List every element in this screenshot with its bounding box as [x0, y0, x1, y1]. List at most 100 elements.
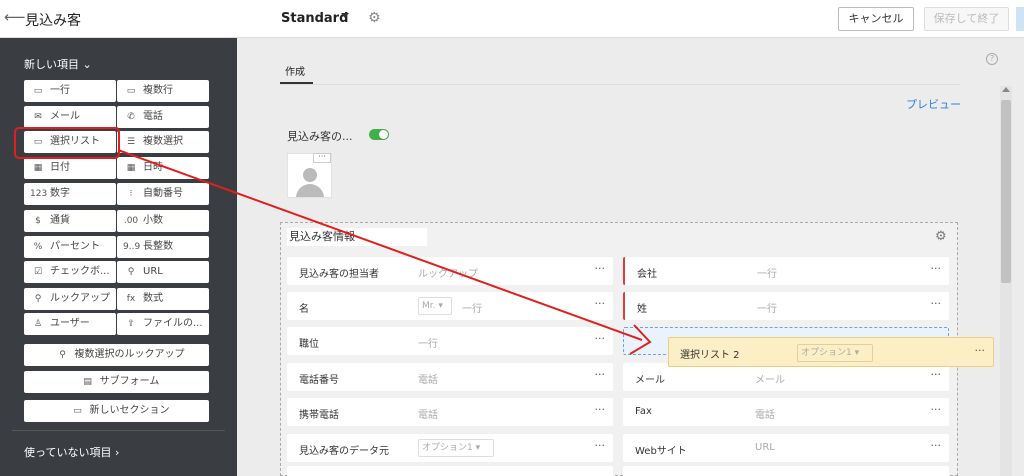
field-type-icon: % — [33, 242, 43, 252]
field-tile-label: 日時 — [143, 162, 163, 173]
photo-toggle[interactable] — [369, 129, 389, 140]
edge-button[interactable] — [1016, 7, 1024, 31]
field-tile-wide[interactable]: ▭ 新しいセクション — [24, 400, 209, 422]
field-more-button[interactable]: ··· — [931, 297, 942, 310]
avatar-head-icon — [303, 168, 317, 182]
field-more-button[interactable]: ··· — [931, 403, 942, 416]
field-tile[interactable]: % パーセント — [24, 236, 116, 258]
scroll-up-arrow-icon[interactable] — [1002, 87, 1010, 92]
dragged-field-more-button[interactable]: ··· — [975, 344, 986, 357]
form-field[interactable]: ··· — [623, 466, 949, 476]
field-type-icon: ✆ — [127, 112, 135, 122]
field-label: 姓 — [637, 304, 647, 315]
field-placeholder: 一行 — [462, 304, 482, 315]
form-field[interactable]: 見込み客のデータ元 オプション1 ▾ ··· — [287, 434, 613, 462]
form-field[interactable]: 見込み客の担当者 ルックアップ ··· — [287, 257, 613, 285]
field-tile[interactable]: ▦ 日付 — [24, 157, 116, 179]
section-gear-icon[interactable]: ⚙ — [935, 229, 947, 244]
preview-link[interactable]: プレビュー — [906, 96, 961, 112]
caret-down-icon[interactable] — [341, 13, 349, 18]
field-type-icon: ⇪ — [127, 319, 135, 329]
save-and-close-button[interactable]: 保存して終了 — [924, 7, 1009, 31]
form-field[interactable]: メール メール ··· — [623, 363, 949, 391]
field-placeholder: URL — [755, 442, 775, 453]
field-tile-label: 数式 — [143, 293, 163, 304]
field-tile-label: 一行 — [50, 85, 70, 96]
field-more-button[interactable]: ··· — [595, 262, 606, 275]
field-type-icon: ⁝ — [129, 189, 133, 199]
field-label: 会社 — [637, 269, 657, 280]
field-tile[interactable]: ✉ メール — [24, 106, 116, 128]
field-tile-label: 自動番号 — [143, 188, 183, 199]
field-more-button[interactable]: ··· — [595, 439, 606, 452]
cancel-button[interactable]: キャンセル — [838, 7, 914, 31]
form-field[interactable]: 会社 一行 ··· — [623, 257, 949, 285]
field-tile-label: ルックアップ — [50, 293, 110, 304]
field-type-icon: ▦ — [33, 163, 43, 173]
form-field[interactable]: Fax 電話 ··· — [623, 398, 949, 426]
field-tile[interactable]: 9..9 長整数 — [117, 236, 209, 258]
dragged-field-select: オプション1 ▾ — [797, 344, 873, 362]
field-tile[interactable]: ⁝ 自動番号 — [117, 183, 209, 205]
unused-items-toggle[interactable]: 使っていない項目 › — [24, 444, 119, 460]
field-more-button[interactable]: ··· — [931, 262, 942, 275]
field-tile[interactable]: ☑ チェックボ... — [24, 261, 116, 283]
field-tile-label: 数字 — [50, 188, 70, 199]
field-more-button[interactable]: ··· — [931, 439, 942, 452]
field-more-button[interactable]: ··· — [931, 471, 942, 476]
field-tile[interactable]: .00 小数 — [117, 210, 209, 232]
field-tile[interactable]: ▦ 日時 — [117, 157, 209, 179]
field-tile[interactable]: ⚲ URL — [117, 261, 209, 283]
field-tile[interactable]: $ 通貨 — [24, 210, 116, 232]
picklist-select: オプション1 ▾ — [418, 439, 494, 457]
field-more-button[interactable]: ··· — [931, 368, 942, 381]
help-icon[interactable]: ? — [986, 53, 998, 65]
form-field[interactable]: 電話番号 電話 ··· — [287, 363, 613, 391]
layout-selector[interactable]: Standard — [281, 11, 348, 26]
field-tile[interactable]: ▭ 一行 — [24, 80, 116, 102]
field-more-button[interactable]: ··· — [595, 332, 606, 345]
field-tile-wide[interactable]: ▤ サブフォーム — [24, 371, 209, 393]
field-tile[interactable]: ☰ 複数選択 — [117, 131, 209, 153]
field-tile-label: 複数選択のルックアップ — [74, 349, 185, 360]
field-tile-wide[interactable]: ⚲ 複数選択のルックアップ — [24, 344, 209, 366]
form-field[interactable]: 職位 一行 ··· — [287, 327, 613, 355]
tab-divider — [280, 84, 960, 85]
form-field[interactable]: Webサイト URL ··· — [623, 434, 949, 462]
field-more-button[interactable]: ··· — [595, 368, 606, 381]
tab-create[interactable]: 作成 — [285, 63, 305, 78]
gear-icon[interactable]: ⚙ — [368, 10, 381, 26]
field-type-icon: ▦ — [126, 163, 136, 173]
unused-items-label: 使っていない項目 — [24, 446, 112, 459]
field-more-button[interactable]: ··· — [595, 403, 606, 416]
new-items-heading[interactable]: 新しい項目 ⌄ — [24, 56, 92, 72]
back-arrow-icon[interactable]: ⟵ — [4, 8, 26, 26]
field-tile[interactable]: ▭ 複数行 — [117, 80, 209, 102]
field-tile[interactable]: ✆ 電話 — [117, 106, 209, 128]
form-field[interactable]: ··· — [287, 466, 613, 476]
field-type-icon: ▭ — [73, 406, 82, 416]
field-tile[interactable]: fx 数式 — [117, 288, 209, 310]
field-type-icon: ▭ — [33, 86, 43, 96]
dragged-field-label: 選択リスト 2 — [680, 350, 740, 361]
field-more-button[interactable]: ··· — [595, 297, 606, 310]
scrollbar-thumb[interactable] — [1001, 100, 1011, 283]
salutation-select: Mr. ▾ — [418, 297, 452, 315]
field-tile[interactable]: ♙ ユーザー — [24, 313, 116, 335]
photo-more-button[interactable]: ··· — [313, 153, 331, 163]
field-tile[interactable]: ⇪ ファイルの... — [117, 313, 209, 335]
field-tile-label: パーセント — [50, 241, 100, 252]
dragged-picklist-field[interactable]: 選択リスト 2 オプション1 ▾ ··· — [668, 337, 994, 367]
form-field[interactable]: 姓 一行 ··· — [623, 292, 949, 320]
field-placeholder: メール — [755, 375, 785, 386]
chevron-down-icon: ⌄ — [82, 58, 92, 71]
field-more-button[interactable]: ··· — [595, 471, 606, 476]
field-type-icon: ⚲ — [34, 294, 42, 304]
form-field[interactable]: 名 Mr. ▾ 一行 ··· — [287, 292, 613, 320]
field-tile[interactable]: 123 数字 — [24, 183, 116, 205]
field-tile-label: サブフォーム — [99, 376, 160, 387]
section-title[interactable]: 見込み客情報 — [287, 228, 427, 246]
form-field[interactable]: 携帯電話 電話 ··· — [287, 398, 613, 426]
field-tile[interactable]: ⚲ ルックアップ — [24, 288, 116, 310]
field-tile-label: 新しいセクション — [89, 405, 170, 416]
